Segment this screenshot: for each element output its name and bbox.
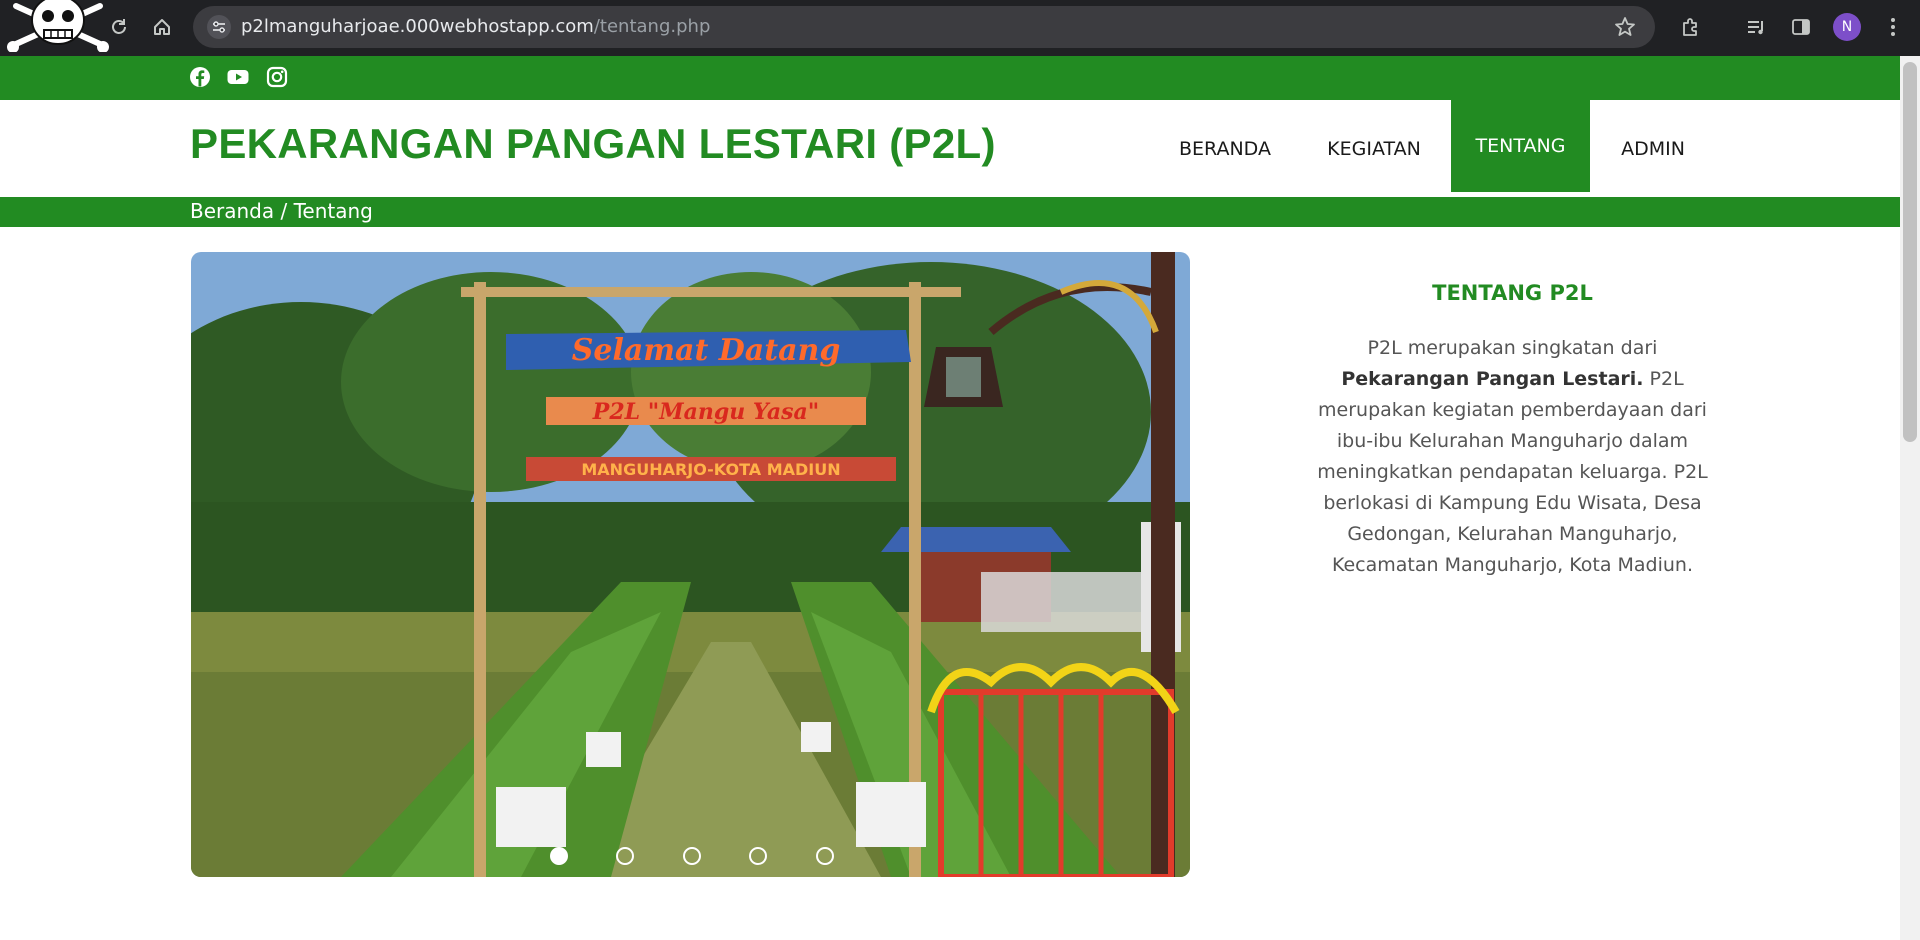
- instagram-icon[interactable]: [266, 66, 288, 88]
- carousel-dot-1[interactable]: [550, 847, 568, 865]
- social-topbar: [0, 56, 1900, 100]
- url-path: /tentang.php: [593, 16, 711, 37]
- carousel-dot-3[interactable]: [683, 847, 701, 865]
- site-header: PEKARANGAN PANGAN LESTARI (P2L) BERANDA …: [0, 100, 1900, 197]
- scrollbar-thumb[interactable]: [1903, 62, 1917, 442]
- bookmark-star-icon[interactable]: [1613, 15, 1637, 39]
- about-text-body: P2L merupakan kegiatan pemberdayaan dari…: [1317, 368, 1708, 576]
- page-viewport: PEKARANGAN PANGAN LESTARI (P2L) BERANDA …: [0, 56, 1900, 940]
- sign-group-text: P2L "Mangu Yasa": [592, 399, 819, 425]
- youtube-icon[interactable]: [227, 66, 249, 88]
- breadcrumb: Beranda / Tentang: [190, 199, 373, 223]
- url-host: p2lmanguharjoae.000webhostapp.com: [241, 16, 594, 37]
- browser-toolbar: p2lmanguharjoae.000webhostapp.com/tentan…: [0, 0, 1920, 56]
- url-text[interactable]: p2lmanguharjoae.000webhostapp.com/tentan…: [241, 16, 710, 38]
- garden-photo: Selamat Datang P2L "Mangu Yasa" MANGUHAR…: [191, 252, 1190, 877]
- sign-location-text: MANGUHARJO-KOTA MADIUN: [581, 460, 840, 479]
- site-info-icon[interactable]: [207, 15, 231, 39]
- page-scrollbar[interactable]: [1900, 56, 1920, 940]
- about-section: TENTANG P2L P2L merupakan singkatan dari…: [1310, 281, 1715, 581]
- jolly-roger-icon: [7, 0, 109, 52]
- reload-icon[interactable]: [106, 14, 132, 40]
- sign-welcome-text: Selamat Datang: [572, 333, 841, 368]
- carousel-dot-4[interactable]: [749, 847, 767, 865]
- about-title: TENTANG P2L: [1432, 281, 1593, 305]
- site-brand-title[interactable]: PEKARANGAN PANGAN LESTARI (P2L): [190, 120, 996, 168]
- breadcrumb-bar: Beranda / Tentang: [0, 197, 1900, 227]
- nav-kegiatan[interactable]: KEGIATAN: [1303, 100, 1445, 197]
- side-panel-icon[interactable]: [1788, 14, 1814, 40]
- nav-tentang[interactable]: TENTANG: [1451, 100, 1590, 192]
- photo-carousel[interactable]: Selamat Datang P2L "Mangu Yasa" MANGUHAR…: [191, 252, 1190, 877]
- carousel-dot-2[interactable]: [616, 847, 634, 865]
- extensions-icon[interactable]: [1678, 14, 1704, 40]
- about-text-intro: P2L merupakan singkatan dari: [1367, 337, 1658, 359]
- carousel-dot-5[interactable]: [816, 847, 834, 865]
- menu-kebab-icon[interactable]: [1880, 14, 1906, 40]
- media-queue-icon[interactable]: [1743, 14, 1769, 40]
- facebook-icon[interactable]: [189, 66, 211, 88]
- home-icon[interactable]: [149, 14, 175, 40]
- profile-avatar[interactable]: N: [1833, 13, 1861, 41]
- nav-admin[interactable]: ADMIN: [1598, 100, 1708, 197]
- address-bar[interactable]: p2lmanguharjoae.000webhostapp.com/tentan…: [193, 6, 1655, 48]
- nav-beranda[interactable]: BERANDA: [1160, 100, 1290, 197]
- about-text-bold: Pekarangan Pangan Lestari.: [1341, 368, 1644, 390]
- about-paragraph: P2L merupakan singkatan dari Pekarangan …: [1310, 333, 1715, 581]
